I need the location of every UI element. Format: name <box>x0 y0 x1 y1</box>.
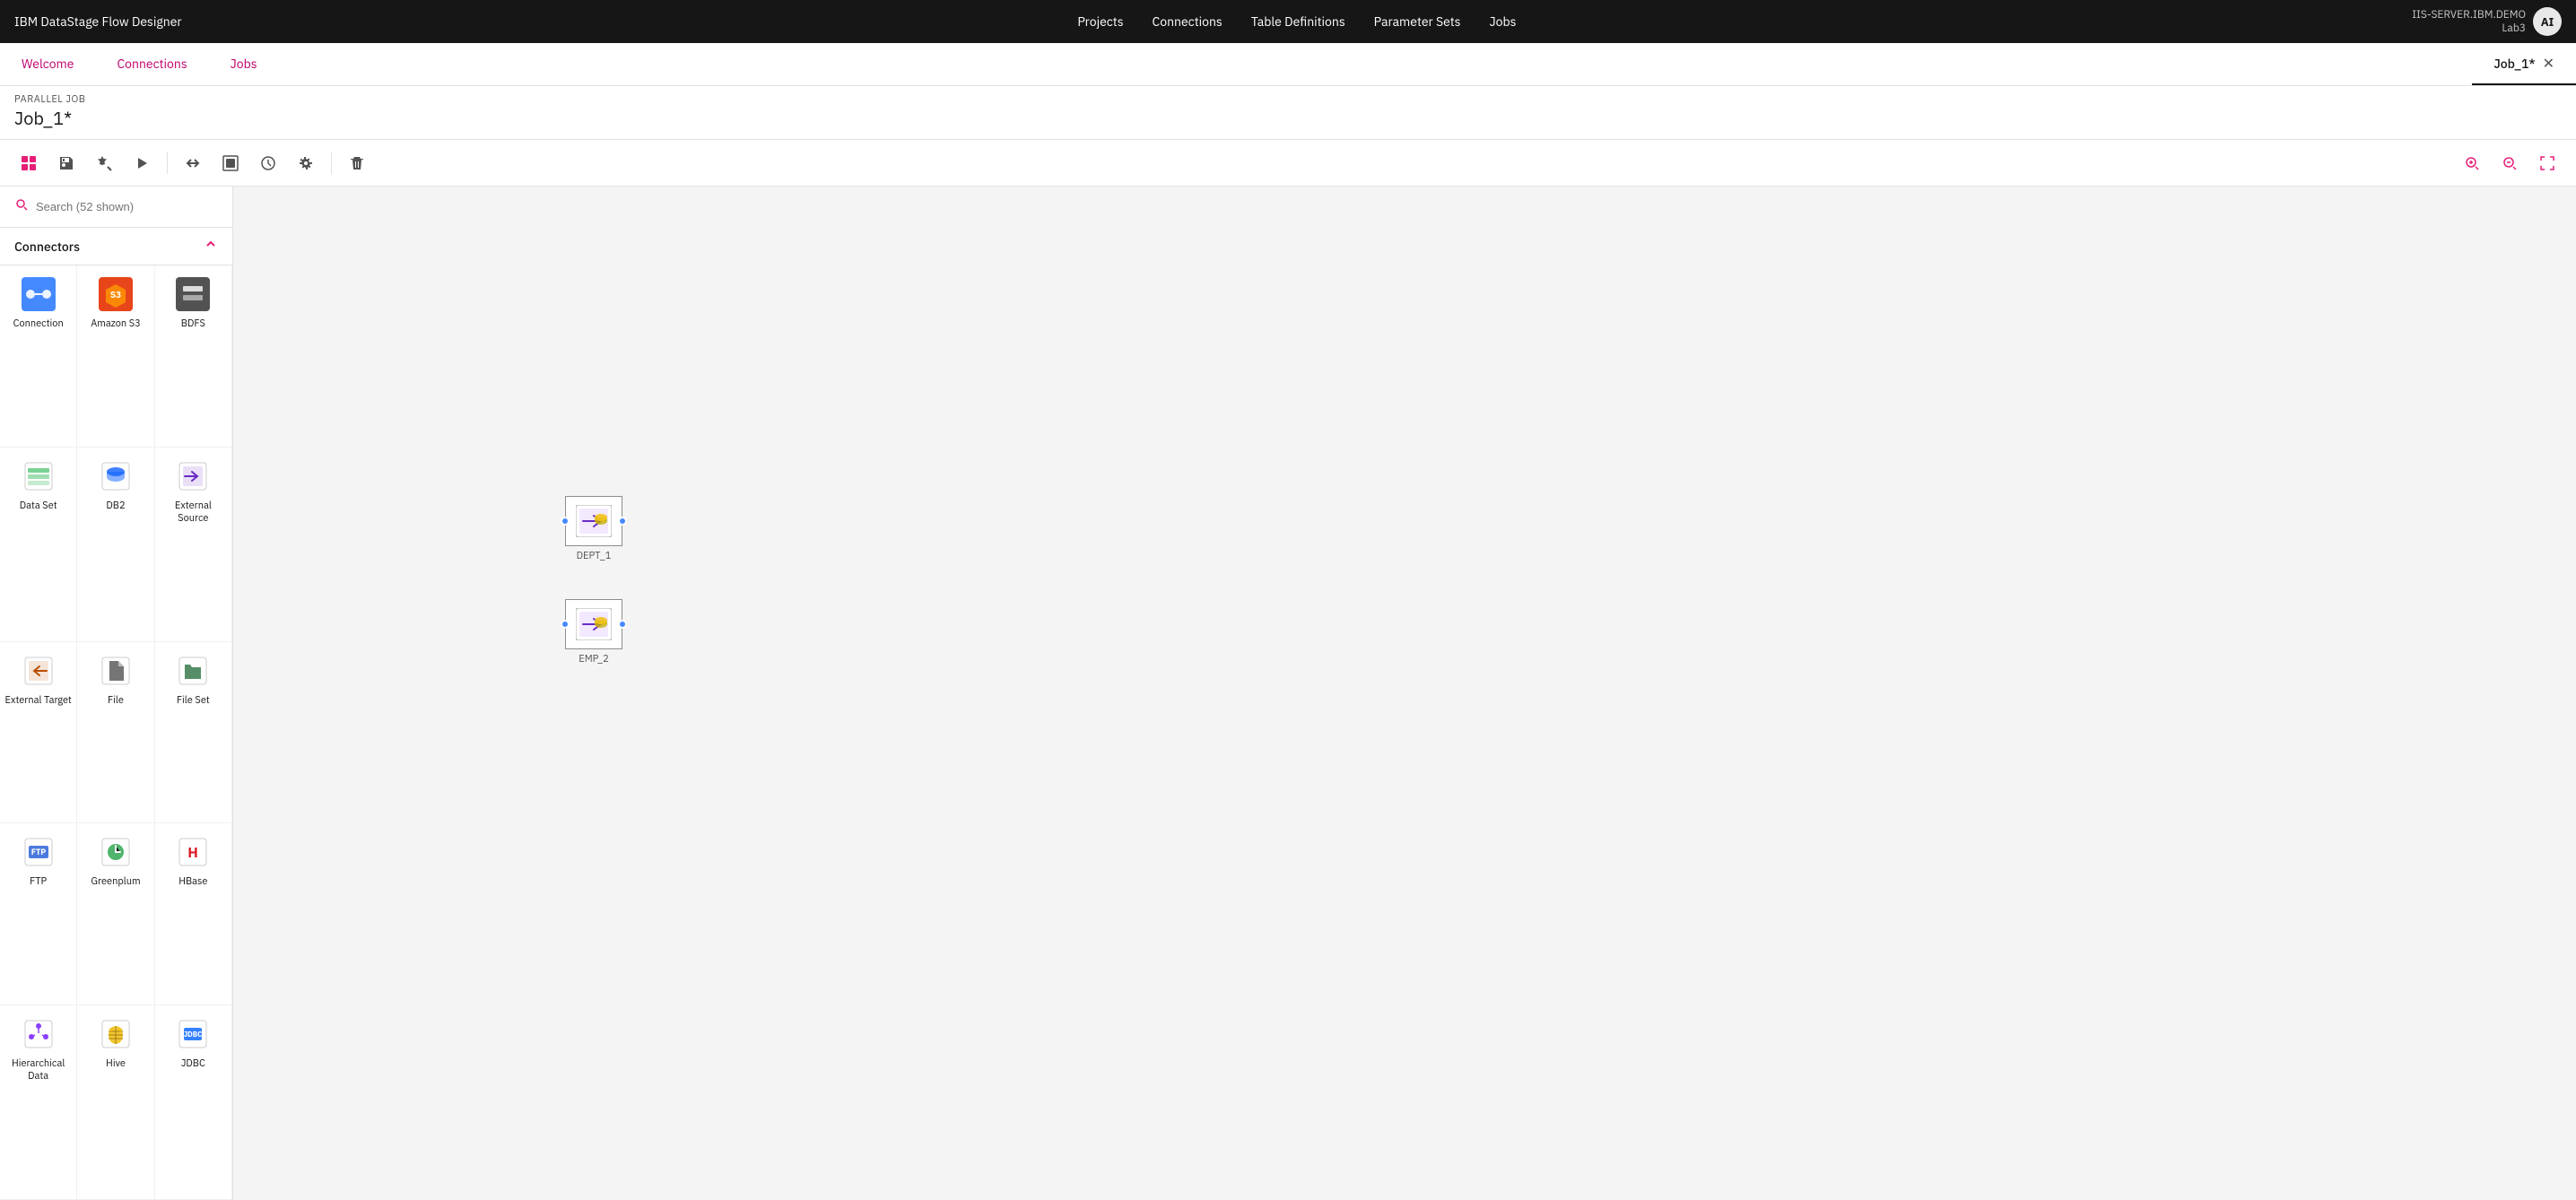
connector-hive[interactable]: Hive <box>77 1005 154 1200</box>
user-server: IIS-SERVER.IBM.DEMO <box>2412 8 2526 22</box>
connector-dataset-label: Data Set <box>20 500 57 512</box>
svg-text:S3: S3 <box>110 289 121 300</box>
connector-greenplum[interactable]: Greenplum <box>77 823 154 1005</box>
connector-connection[interactable]: Connection <box>0 265 77 448</box>
connector-ftp[interactable]: FTP FTP <box>0 823 77 1005</box>
link-button[interactable] <box>175 145 211 181</box>
connector-fileset[interactable]: File Set <box>155 642 232 824</box>
nav-table-definitions[interactable]: Table Definitions <box>1251 13 1345 30</box>
nav-parameter-sets[interactable]: Parameter Sets <box>1374 13 1461 30</box>
canvas[interactable]: DEPT_1 EMP_2 <box>233 187 2576 1200</box>
connector-dataset[interactable]: Data Set <box>0 448 77 642</box>
user-area: IIS-SERVER.IBM.DEMO Lab3 AI <box>2412 7 2562 36</box>
job-name-title: Job_1* <box>14 106 2562 130</box>
schedule-button[interactable] <box>250 145 286 181</box>
nav-projects[interactable]: Projects <box>1077 13 1123 30</box>
connector-connection-label: Connection <box>13 317 64 330</box>
connector-hive-label: Hive <box>106 1057 126 1070</box>
connectors-grid: Connection S3 Amazon S3 <box>0 265 232 1200</box>
sidebar: Connectors Connection <box>0 187 233 1200</box>
chevron-up-icon <box>204 237 218 256</box>
svg-text:JDBC: JDBC <box>184 1030 203 1039</box>
connector-bdfs-label: BDFS <box>181 317 205 330</box>
tab-jobs[interactable]: Jobs <box>209 43 279 85</box>
avatar[interactable]: AI <box>2533 7 2562 36</box>
connectors-section-label: Connectors <box>14 239 80 255</box>
search-icon <box>14 197 29 216</box>
node-emp2-left-port[interactable] <box>561 620 570 629</box>
run-button[interactable] <box>124 145 160 181</box>
node-dept1-label: DEPT_1 <box>577 550 612 562</box>
connector-externaltarget-label: External Target <box>4 694 71 707</box>
sidebar-resize-handle[interactable] <box>229 187 232 1200</box>
toolbar-divider-2 <box>331 152 332 174</box>
connector-hierarchicaldata[interactable]: Hierarchical Data <box>0 1005 77 1200</box>
connector-externalsource-label: External Source <box>159 500 228 526</box>
connector-file-label: File <box>108 694 124 707</box>
nav-connections[interactable]: Connections <box>1153 13 1223 30</box>
connectors-section-header[interactable]: Connectors <box>0 228 232 265</box>
properties-button[interactable] <box>86 145 122 181</box>
toolbar-right <box>2454 145 2565 181</box>
job-type-label: PARALLEL JOB <box>14 93 2562 106</box>
layout-button[interactable] <box>213 145 248 181</box>
palette-button[interactable] <box>11 145 47 181</box>
job-header: PARALLEL JOB Job_1* <box>0 86 2576 140</box>
tab-connections[interactable]: Connections <box>95 43 208 85</box>
node-dept1[interactable]: DEPT_1 <box>565 496 622 562</box>
app-brand: IBM DataStage Flow Designer <box>14 13 182 30</box>
top-navigation: IBM DataStage Flow Designer Projects Con… <box>0 0 2576 43</box>
connector-jdbc[interactable]: JDBC JDBC <box>155 1005 232 1200</box>
toolbar <box>0 140 2576 187</box>
nav-jobs[interactable]: Jobs <box>1490 13 1517 30</box>
nav-links: Projects Connections Table Definitions P… <box>1077 13 1516 30</box>
fit-screen-button[interactable] <box>2529 145 2565 181</box>
svg-text:H: H <box>188 844 199 862</box>
node-dept1-right-port[interactable] <box>618 517 627 526</box>
connector-hbase[interactable]: H HBase <box>155 823 232 1005</box>
connector-hierarchicaldata-label: Hierarchical Data <box>4 1057 73 1083</box>
zoom-in-button[interactable] <box>2454 145 2490 181</box>
user-lab: Lab3 <box>2412 22 2526 35</box>
configure-button[interactable] <box>288 145 324 181</box>
node-emp2[interactable]: EMP_2 <box>565 599 622 665</box>
connector-amazons3-label: Amazon S3 <box>91 317 141 330</box>
zoom-out-button[interactable] <box>2492 145 2528 181</box>
tab-job1[interactable]: Job_1* ✕ <box>2472 43 2576 85</box>
connector-db2-label: DB2 <box>106 500 125 512</box>
connector-fileset-label: File Set <box>177 694 210 707</box>
connector-bdfs[interactable]: BDFS <box>155 265 232 448</box>
connector-db2[interactable]: DB2 <box>77 448 154 642</box>
node-dept1-left-port[interactable] <box>561 517 570 526</box>
connector-externaltarget[interactable]: External Target <box>0 642 77 824</box>
search-input[interactable] <box>36 200 218 213</box>
connector-ftp-label: FTP <box>30 875 47 888</box>
tab-bar: Welcome Connections Jobs Job_1* ✕ <box>0 43 2576 86</box>
tab-welcome[interactable]: Welcome <box>0 43 95 85</box>
node-emp2-right-port[interactable] <box>618 620 627 629</box>
connector-file[interactable]: File <box>77 642 154 824</box>
connector-amazons3[interactable]: S3 Amazon S3 <box>77 265 154 448</box>
toolbar-divider-1 <box>167 152 168 174</box>
svg-text:FTP: FTP <box>30 848 46 857</box>
close-tab-icon[interactable]: ✕ <box>2543 55 2554 73</box>
connector-externalsource[interactable]: External Source <box>155 448 232 642</box>
save-button[interactable] <box>48 145 84 181</box>
connector-jdbc-label: JDBC <box>181 1057 205 1070</box>
connector-hbase-label: HBase <box>178 875 207 888</box>
main-layout: Connectors Connection <box>0 187 2576 1200</box>
node-emp2-label: EMP_2 <box>579 653 608 665</box>
connector-greenplum-label: Greenplum <box>91 875 140 888</box>
sidebar-search-area <box>0 187 232 228</box>
delete-button[interactable] <box>339 145 375 181</box>
